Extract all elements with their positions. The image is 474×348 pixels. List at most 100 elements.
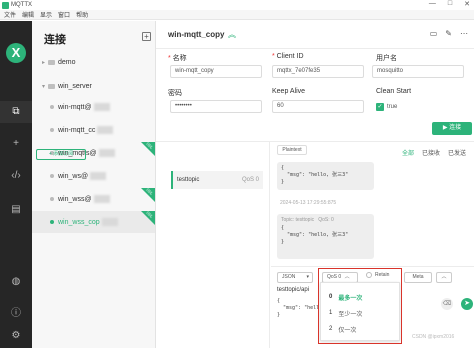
title-bar: MQTTX — □ ✕ xyxy=(0,0,474,10)
add-subscription-button[interactable]: + 添加订阅 xyxy=(36,149,86,160)
nav-rail: X ⧉ + ‹/› ▤ ◍ ⓘ ⚙ xyxy=(0,21,32,348)
collapse-icon[interactable]: ︽ xyxy=(228,29,236,40)
mqttx-logo: X xyxy=(6,43,26,63)
tab-received[interactable]: 已接收 xyxy=(422,148,440,157)
keepalive-input[interactable]: 60 xyxy=(272,100,364,113)
redacted-host xyxy=(97,126,114,134)
subscription-topic: testtopic xyxy=(177,177,200,183)
connection-name: win-mqtt@ xyxy=(58,103,92,111)
meta-button[interactable]: Meta xyxy=(404,272,432,283)
send-button[interactable]: ➤ xyxy=(461,298,473,310)
plus-icon[interactable]: + xyxy=(0,133,32,155)
ssl-badge: SSL xyxy=(141,210,155,225)
group-win-server[interactable]: ▾ win_server xyxy=(42,83,92,90)
password-label: 密码 xyxy=(168,90,182,97)
connections-icon[interactable]: ⧉ xyxy=(0,101,32,123)
broadcast-icon[interactable]: ◍ xyxy=(0,271,32,293)
sidebar-title: 连接 xyxy=(44,34,66,46)
password-input[interactable]: •••••••• xyxy=(170,100,262,113)
ssl-badge: SSL xyxy=(141,187,155,202)
chevron-right-icon: ▸ xyxy=(42,60,46,66)
connection-item[interactable]: win-mqtt_cc xyxy=(32,119,155,141)
group-demo[interactable]: ▸ demo xyxy=(42,59,76,66)
watermark: CSDN @ipxm2016 xyxy=(412,334,455,340)
connection-item[interactable]: win_wss@ SSL xyxy=(32,187,155,210)
status-dot xyxy=(50,220,54,224)
status-dot xyxy=(50,197,54,201)
message-timestamp: 2024-05-13 17:29:55:875 xyxy=(280,200,337,206)
clientid-label: * Client ID xyxy=(272,53,304,60)
connect-button[interactable]: ▶ 连接 xyxy=(432,122,472,135)
chevron-up-icon[interactable]: ︿ xyxy=(436,272,452,283)
window-title: MQTTX xyxy=(11,2,32,8)
publish-format-select[interactable]: JSON ▾ xyxy=(277,272,313,283)
cleanstart-value: true xyxy=(387,104,398,110)
ssl-badge: SSL xyxy=(141,141,155,156)
tab-all[interactable]: 全部 xyxy=(402,148,414,157)
group-label: win_server xyxy=(58,83,92,90)
cleanstart-checkbox[interactable]: ✓ true xyxy=(376,103,397,111)
menu-help[interactable]: 帮助 xyxy=(76,10,88,19)
menu-bar: 文件 编辑 显示 窗口 帮助 xyxy=(0,10,474,20)
connection-header: win-mqtt_copy ︽ ▭ ✎ ⋯ xyxy=(156,21,474,49)
comment-icon[interactable]: ▭ xyxy=(430,29,438,38)
publish-topic-input[interactable]: testtopic/api xyxy=(277,287,309,293)
close-button[interactable]: ✕ xyxy=(464,0,470,8)
name-input[interactable]: win-mqtt_copy xyxy=(170,65,262,78)
username-label: 用户名 xyxy=(376,55,397,62)
new-connection-icon[interactable]: + xyxy=(142,32,151,41)
maximize-button[interactable]: □ xyxy=(448,0,452,8)
connection-item[interactable]: win_ws@ xyxy=(32,165,155,187)
status-dot xyxy=(50,105,54,109)
message-header: Topic: testtopic QoS: 0 xyxy=(281,217,334,223)
more-icon[interactable]: ⋯ xyxy=(460,29,468,38)
menu-edit[interactable]: 编辑 xyxy=(22,10,34,19)
cleanstart-label: Clean Start xyxy=(376,88,412,95)
chevron-down-icon: ▾ xyxy=(42,84,46,90)
connections-sidebar: 连接 + ▸ demo ▾ win_server win-mqtt@ win-m… xyxy=(32,21,156,348)
redacted-host xyxy=(98,149,115,157)
tab-sent[interactable]: 已发送 xyxy=(448,148,466,157)
publish-payload-editor[interactable]: { "msg": "hell } xyxy=(277,298,319,319)
connection-item[interactable]: win-mqtt@ xyxy=(32,96,155,118)
message-filter-tabs: 全部 已接收 已发送 xyxy=(402,148,466,157)
highlight-box xyxy=(318,268,402,344)
check-icon: ✓ xyxy=(376,103,384,111)
connection-title: win-mqtt_copy xyxy=(168,30,225,39)
clientid-input[interactable]: mqttx_7e07fe35 xyxy=(272,65,364,78)
username-input[interactable]: mosquitto xyxy=(372,65,464,78)
folder-icon xyxy=(48,60,56,65)
info-icon[interactable]: ⓘ xyxy=(0,303,32,325)
menu-file[interactable]: 文件 xyxy=(4,10,16,19)
gear-icon[interactable]: ⚙ xyxy=(0,325,32,347)
message-body: { "msg": "hello, 张三3" } xyxy=(281,225,349,245)
redacted-host xyxy=(90,172,107,180)
status-dot xyxy=(50,128,54,132)
clear-icon[interactable]: ⌫ xyxy=(441,298,453,310)
message-bubble: Topic: testtopic QoS: 0 { "msg": "hello, … xyxy=(277,214,374,259)
subscription-qos: QoS 0 xyxy=(241,177,259,183)
code-icon[interactable]: ‹/› xyxy=(0,165,32,187)
name-label: * 名称 xyxy=(168,55,187,62)
folder-icon xyxy=(48,84,56,89)
log-icon[interactable]: ▤ xyxy=(0,199,32,221)
subscription-item[interactable]: testtopic QoS 0 xyxy=(171,171,263,189)
redacted-host xyxy=(101,218,118,226)
connection-name: win_ws@ xyxy=(58,172,89,180)
chevron-down-icon: ▾ xyxy=(306,274,309,280)
group-label: demo xyxy=(58,59,76,66)
message-body: { "msg": "hello, 张三3" } xyxy=(281,165,349,185)
connection-name: win-mqtt_cc xyxy=(58,126,96,134)
redacted-host xyxy=(93,103,110,111)
keepalive-label: Keep Alive xyxy=(272,88,306,95)
redacted-host xyxy=(93,195,110,203)
app-icon xyxy=(2,1,9,9)
menu-view[interactable]: 显示 xyxy=(40,10,52,19)
minimize-button[interactable]: — xyxy=(429,0,436,8)
connection-name: win_wss@ xyxy=(58,195,92,203)
connection-item-selected[interactable]: win_wss_cop SSL xyxy=(32,210,155,233)
payload-format-select[interactable]: Plaintext xyxy=(277,145,307,155)
menu-window[interactable]: 窗口 xyxy=(58,10,70,19)
edit-icon[interactable]: ✎ xyxy=(445,29,452,38)
connection-name: win_wss_cop xyxy=(58,218,100,226)
